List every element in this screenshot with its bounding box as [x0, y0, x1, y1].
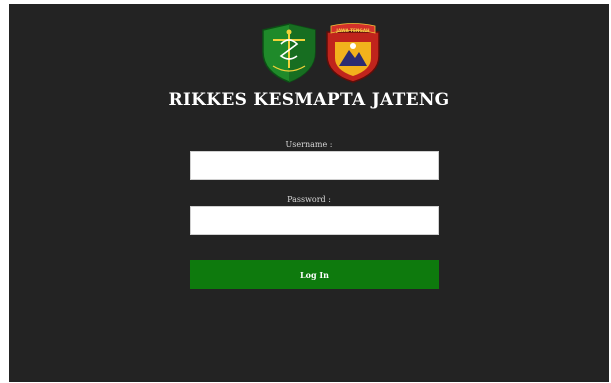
page-title: RIKKES KESMAPTA JATENG	[168, 90, 450, 110]
username-input[interactable]	[190, 151, 439, 180]
username-label: Username :	[285, 140, 333, 149]
police-jawa-tengah-emblem-icon: JAWA TENGAH	[326, 23, 380, 83]
medical-shield-emblem-icon	[262, 23, 316, 83]
password-input[interactable]	[190, 206, 439, 235]
svg-text:JAWA TENGAH: JAWA TENGAH	[335, 28, 370, 33]
logo-svg: JAWA TENGAH	[262, 23, 380, 83]
login-button[interactable]: Log In	[190, 260, 439, 289]
password-label: Password :	[287, 195, 331, 204]
logo-group: JAWA TENGAH	[259, 22, 383, 84]
login-screen: JAWA TENGAH RIKKES KESMAPTA JATENG Usern…	[9, 4, 609, 382]
